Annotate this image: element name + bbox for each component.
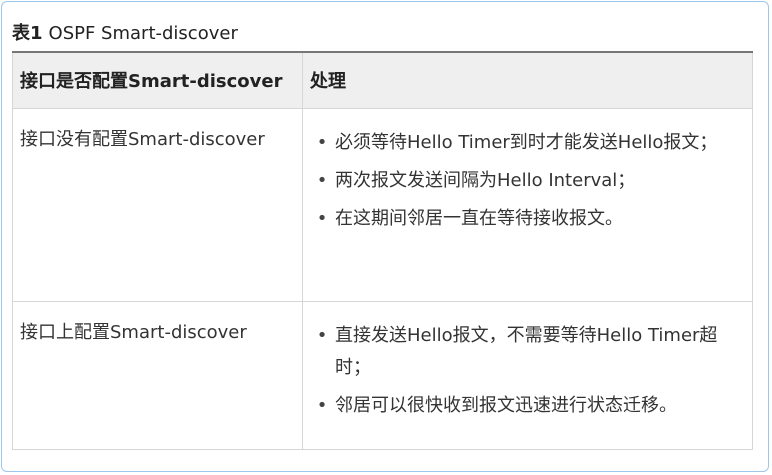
- table-row: 接口上配置Smart-discover • 直接发送Hello报文，不需要等待He…: [12, 300, 753, 450]
- table-row: 接口没有配置Smart-discover • 必须等待Hello Timer到时才…: [12, 107, 753, 302]
- row-condition: 接口上配置Smart-discover: [12, 300, 303, 450]
- list-item-text: 必须等待Hello Timer到时才能发送Hello报文；: [335, 131, 718, 153]
- handling-list: • 必须等待Hello Timer到时才能发送Hello报文； • 两次报文发送间隔…: [303, 109, 752, 235]
- list-item: • 必须等待Hello Timer到时才能发送Hello报文；: [315, 127, 732, 159]
- list-item: • 直接发送Hello报文，不需要等待Hello Timer超时；: [315, 320, 732, 384]
- list-item: • 在这期间邻居一直在等待接收报文。: [315, 203, 732, 235]
- smart-discover-table: 接口是否配置Smart-discover 处理 接口没有配置Smart-disc…: [12, 51, 753, 450]
- header-handling: 处理: [302, 51, 753, 109]
- list-item: • 邻居可以很快收到报文迅速进行状态迁移。: [315, 390, 732, 422]
- row-condition: 接口没有配置Smart-discover: [12, 107, 303, 302]
- list-item-text: 在这期间邻居一直在等待接收报文。: [335, 207, 623, 229]
- row-handling: • 直接发送Hello报文，不需要等待Hello Timer超时； • 邻居可以很快…: [302, 300, 753, 450]
- list-item-text: 邻居可以很快收到报文迅速进行状态迁移。: [335, 394, 677, 416]
- handling-list: • 直接发送Hello报文，不需要等待Hello Timer超时； • 邻居可以很快…: [303, 302, 752, 422]
- table-number: 表1: [12, 23, 43, 44]
- list-item-text: 两次报文发送间隔为Hello Interval；: [335, 169, 636, 191]
- bullet-icon: •: [316, 394, 328, 416]
- bullet-icon: •: [316, 131, 328, 153]
- table-header-row: 接口是否配置Smart-discover 处理: [12, 51, 753, 109]
- header-condition: 接口是否配置Smart-discover: [12, 51, 303, 109]
- bullet-icon: •: [316, 169, 328, 191]
- bullet-icon: •: [316, 324, 328, 346]
- row-handling: • 必须等待Hello Timer到时才能发送Hello报文； • 两次报文发送间隔…: [302, 107, 753, 302]
- list-item: • 两次报文发送间隔为Hello Interval；: [315, 165, 732, 197]
- table-title: OSPF Smart-discover: [48, 23, 238, 44]
- bullet-icon: •: [316, 207, 328, 229]
- list-item-text: 直接发送Hello报文，不需要等待Hello Timer超时；: [335, 324, 718, 378]
- table-caption: 表1 OSPF Smart-discover: [12, 22, 238, 46]
